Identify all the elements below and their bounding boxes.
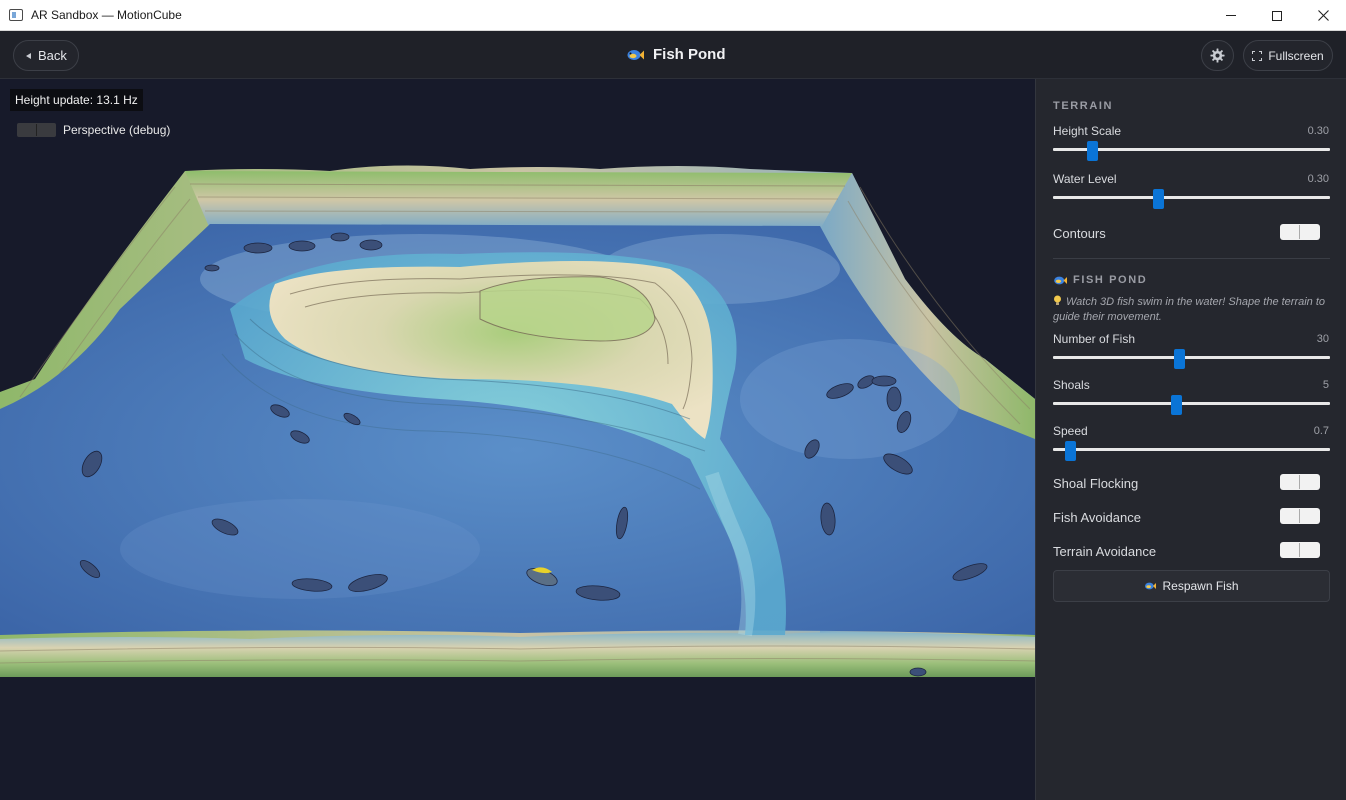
speed-label: Speed xyxy=(1053,424,1088,438)
minimize-icon xyxy=(1226,15,1236,16)
shoal-flocking-toggle[interactable] xyxy=(1280,474,1320,490)
perspective-toggle[interactable] xyxy=(17,123,56,137)
minimize-button[interactable] xyxy=(1208,0,1254,31)
fullscreen-icon xyxy=(1252,50,1263,61)
maximize-icon xyxy=(1272,10,1282,21)
lightbulb-icon xyxy=(1054,295,1061,305)
slider-track xyxy=(1053,356,1330,359)
window-title: AR Sandbox — MotionCube xyxy=(31,8,182,22)
number-of-fish-value: 30 xyxy=(1316,333,1329,345)
page-title: Fish Pond xyxy=(626,46,726,63)
terrain-section-heading: TERRAIN xyxy=(1053,100,1113,112)
water-level-value: 0.30 xyxy=(1307,173,1329,185)
fish-icon xyxy=(1054,276,1067,284)
close-icon xyxy=(1317,10,1329,21)
fullscreen-label: Fullscreen xyxy=(1268,48,1324,63)
hint-text: Watch 3D fish swim in the water! Shape t… xyxy=(1053,296,1326,323)
page-title-text: Fish Pond xyxy=(653,46,726,63)
section-divider xyxy=(1053,258,1330,259)
speed-value: 0.7 xyxy=(1313,425,1329,437)
fish-avoidance-label: Fish Avoidance xyxy=(1053,510,1141,525)
fish-pond-heading-text: FISH POND xyxy=(1073,274,1148,286)
slider-thumb[interactable] xyxy=(1064,441,1076,461)
app-header: Back Fish Pond Fullscreen xyxy=(0,31,1346,79)
terrain-avoidance-toggle[interactable] xyxy=(1280,542,1320,558)
height-scale-slider[interactable] xyxy=(1053,141,1330,161)
sandbox-viewport[interactable]: Height update: 13.1 Hz Perspective (debu… xyxy=(0,79,1035,800)
slider-track xyxy=(1053,196,1330,199)
height-scale-label: Height Scale xyxy=(1053,124,1122,138)
fish-pond-section-heading: FISH POND xyxy=(1053,274,1147,286)
slider-thumb[interactable] xyxy=(1153,189,1165,209)
contours-toggle[interactable] xyxy=(1280,224,1320,240)
shoals-slider[interactable] xyxy=(1053,395,1330,415)
water-level-label: Water Level xyxy=(1053,172,1117,186)
slider-thumb[interactable] xyxy=(1086,141,1098,161)
gear-icon xyxy=(1210,48,1225,63)
slider-track xyxy=(1053,402,1330,405)
respawn-fish-label: Respawn Fish xyxy=(1162,579,1239,593)
speed-slider[interactable] xyxy=(1053,441,1330,461)
maximize-button[interactable] xyxy=(1254,0,1300,31)
perspective-label: Perspective (debug) xyxy=(63,123,171,137)
number-of-fish-label: Number of Fish xyxy=(1053,332,1136,346)
height-scale-value: 0.30 xyxy=(1307,125,1329,137)
back-arrow-icon xyxy=(26,52,31,59)
shoals-label: Shoals xyxy=(1053,378,1090,392)
fish-pond-hint: Watch 3D fish swim in the water! Shape t… xyxy=(1053,295,1333,325)
window-titlebar: AR Sandbox — MotionCube xyxy=(0,0,1346,31)
contours-label: Contours xyxy=(1053,226,1106,241)
slider-thumb[interactable] xyxy=(1174,349,1186,369)
respawn-fish-button[interactable]: Respawn Fish xyxy=(1053,570,1330,602)
slider-thumb[interactable] xyxy=(1170,395,1182,415)
terrain-avoidance-label: Terrain Avoidance xyxy=(1053,544,1157,559)
fish-icon xyxy=(1145,582,1157,590)
close-button[interactable] xyxy=(1300,0,1346,31)
height-update-readout: Height update: 13.1 Hz xyxy=(10,89,143,111)
app-icon xyxy=(9,9,23,21)
water-level-slider[interactable] xyxy=(1053,189,1330,209)
terrain-heading-text: TERRAIN xyxy=(1053,100,1114,112)
settings-button[interactable] xyxy=(1201,40,1234,71)
control-panel: TERRAIN Height Scale 0.30 Water Level 0.… xyxy=(1035,79,1346,800)
terrain-scene[interactable] xyxy=(0,79,1035,800)
slider-track xyxy=(1053,448,1330,451)
shoals-value: 5 xyxy=(1322,379,1329,391)
perspective-debug-row: Perspective (debug) xyxy=(17,123,170,137)
back-label: Back xyxy=(38,48,67,63)
shoal-flocking-label: Shoal Flocking xyxy=(1053,476,1139,491)
fullscreen-button[interactable]: Fullscreen xyxy=(1243,40,1333,71)
number-of-fish-slider[interactable] xyxy=(1053,349,1330,369)
back-button[interactable]: Back xyxy=(13,40,79,71)
fish-avoidance-toggle[interactable] xyxy=(1280,508,1320,524)
fish-icon xyxy=(627,49,644,60)
